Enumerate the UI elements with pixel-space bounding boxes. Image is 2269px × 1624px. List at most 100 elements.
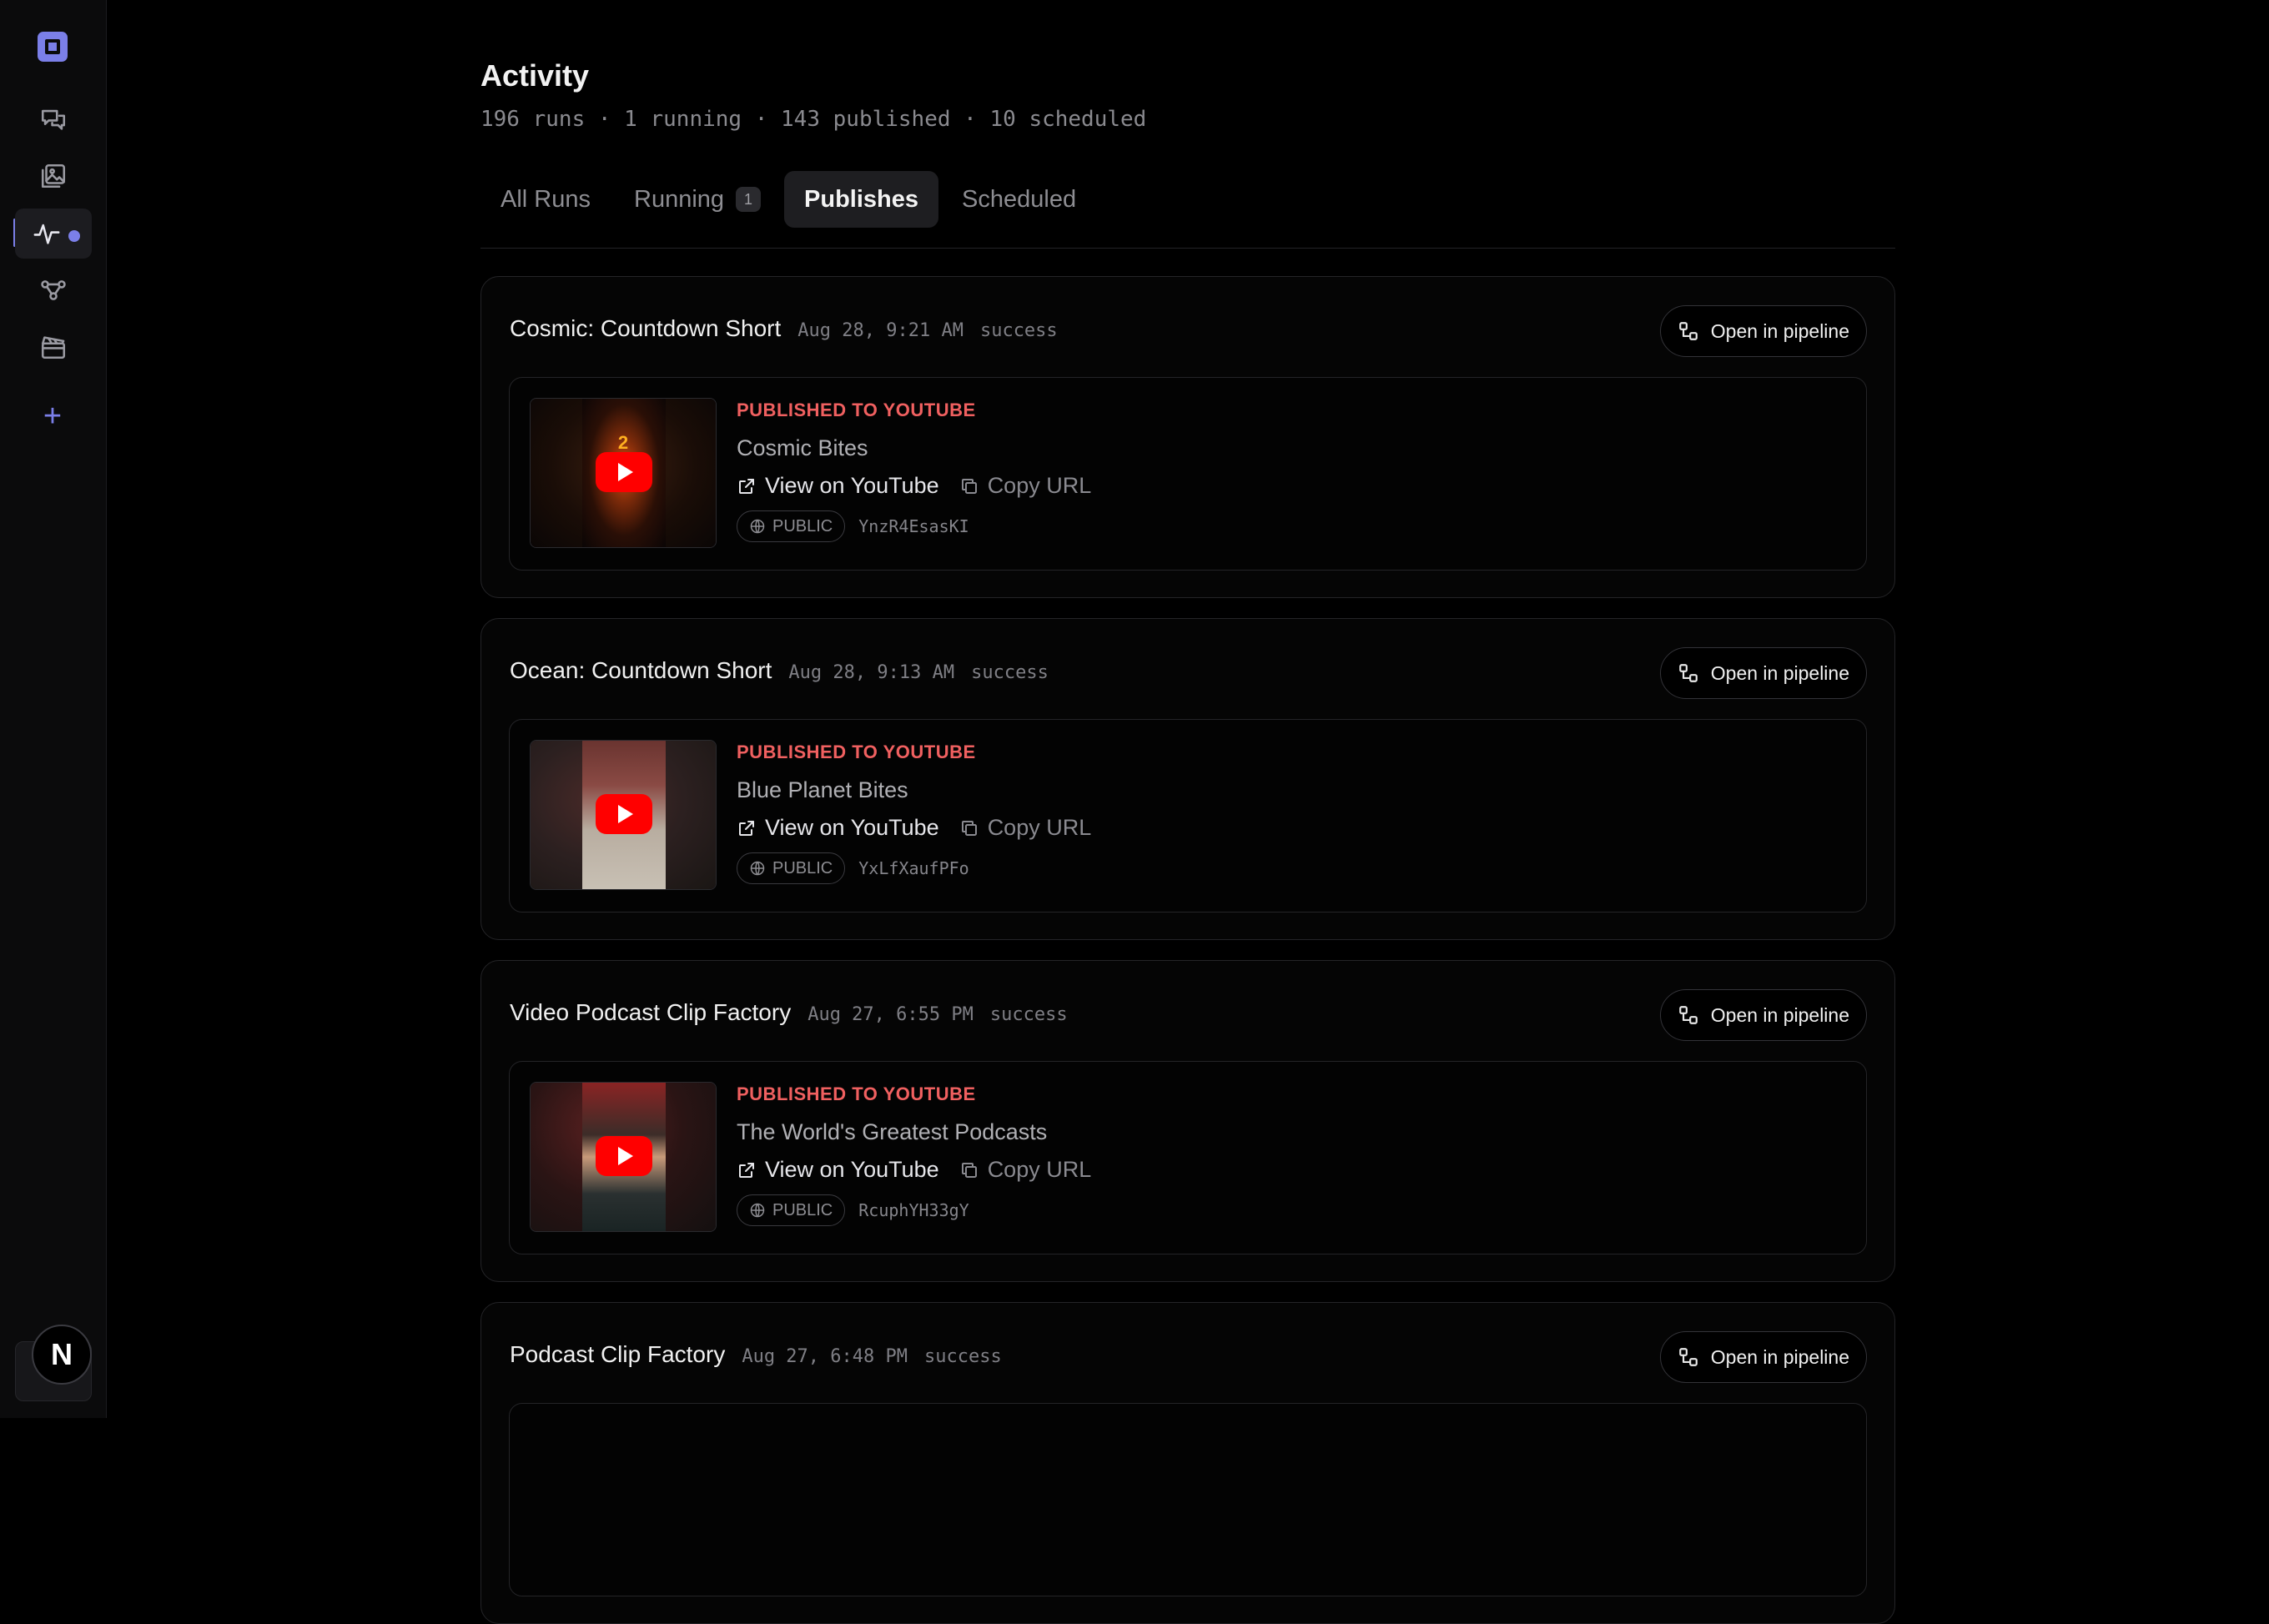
publish-destination: PUBLISHED TO YOUTUBE	[737, 742, 976, 762]
open-in-pipeline-button[interactable]: Open in pipeline	[1659, 647, 1867, 699]
run-header: Cosmic: Countdown Short Aug 28, 9:21 AM …	[510, 315, 1058, 342]
copy-url-button[interactable]: Copy URL	[959, 1157, 1092, 1183]
run-time: Aug 28, 9:21 AM	[797, 320, 963, 341]
channel-name: Cosmic Bites	[737, 435, 868, 460]
clapperboard-icon	[41, 336, 66, 359]
running-count-badge: 1	[736, 187, 762, 212]
visibility-label: PUBLIC	[772, 858, 833, 877]
open-in-pipeline-button[interactable]: Open in pipeline	[1659, 305, 1867, 357]
sidebar-item-chat[interactable]	[15, 94, 92, 144]
page-title: Activity	[480, 58, 590, 93]
view-on-youtube-label: View on YouTube	[765, 815, 939, 840]
copy-url-label: Copy URL	[987, 473, 1092, 498]
copy-url-button[interactable]: Copy URL	[959, 815, 1091, 841]
external-link-icon	[739, 820, 754, 836]
sidebar-item-clapperboard[interactable]	[15, 322, 92, 372]
activity-tabs: All Runs Running 1 Publishes Scheduled	[480, 170, 1096, 229]
user-avatar[interactable]: N	[32, 1325, 92, 1385]
open-in-pipeline-button[interactable]: Open in pipeline	[1659, 1331, 1867, 1383]
video-id: YxLfXaufPFo	[858, 858, 969, 878]
publish-meta: PUBLIC YxLfXaufPFo	[737, 852, 1091, 884]
tab-label: All Runs	[501, 185, 591, 213]
open-in-pipeline-label: Open in pipeline	[1710, 319, 1849, 342]
publish-info: PUBLISHED TO YOUTUBE Blue Planet Bites V…	[737, 742, 1091, 884]
run-title: Podcast Clip Factory	[510, 1341, 726, 1367]
visibility-badge: PUBLIC	[737, 1194, 846, 1226]
pipeline-icon	[1678, 1348, 1698, 1366]
plus-icon[interactable]: +	[33, 397, 72, 435]
tab-label: Running	[634, 185, 725, 213]
visibility-label: PUBLIC	[772, 1200, 833, 1219]
run-header: Video Podcast Clip Factory Aug 27, 6:55 …	[510, 999, 1068, 1026]
run-time: Aug 28, 9:13 AM	[788, 662, 955, 683]
publish-card: PUBLISHED TO YOUTUBE The World's Greates…	[509, 1061, 1867, 1254]
tab-publishes[interactable]: Publishes	[784, 171, 939, 228]
video-thumbnail[interactable]	[530, 740, 717, 890]
globe-icon	[750, 1203, 765, 1218]
app-logo[interactable]	[38, 32, 68, 62]
open-in-pipeline-button[interactable]: Open in pipeline	[1659, 989, 1867, 1041]
tab-scheduled[interactable]: Scheduled	[942, 171, 1096, 228]
video-thumbnail[interactable]	[530, 1082, 717, 1232]
run-header: Podcast Clip Factory Aug 27, 6:48 PM suc…	[510, 1341, 1002, 1368]
run-title: Cosmic: Countdown Short	[510, 315, 782, 341]
video-id: YnzR4EsasKI	[858, 516, 969, 536]
copy-url-button[interactable]: Copy URL	[959, 473, 1092, 499]
run-title: Video Podcast Clip Factory	[510, 999, 792, 1025]
sidebar-item-gallery[interactable]	[15, 151, 92, 201]
run-card: Podcast Clip Factory Aug 27, 6:48 PM suc…	[480, 1302, 1895, 1624]
publish-card: 2 PUBLISHED TO YOUTUBE Cosmic Bites View…	[509, 377, 1867, 571]
pipeline-icon	[1678, 322, 1698, 340]
publish-meta: PUBLIC YnzR4EsasKI	[737, 510, 1091, 542]
run-title: Ocean: Countdown Short	[510, 657, 772, 683]
open-in-pipeline-label: Open in pipeline	[1710, 661, 1849, 684]
visibility-label: PUBLIC	[772, 516, 833, 535]
view-on-youtube-link[interactable]: View on YouTube	[737, 815, 939, 841]
tab-label: Scheduled	[962, 185, 1077, 213]
view-on-youtube-link[interactable]: View on YouTube	[737, 1157, 939, 1183]
copy-icon	[961, 478, 977, 494]
view-on-youtube-label: View on YouTube	[765, 473, 939, 498]
publish-actions: View on YouTube Copy URL	[737, 815, 1091, 841]
view-on-youtube-link[interactable]: View on YouTube	[737, 473, 939, 499]
tab-all-runs[interactable]: All Runs	[480, 171, 611, 228]
run-time: Aug 27, 6:48 PM	[742, 1346, 908, 1367]
publish-card	[509, 1403, 1867, 1596]
sidebar-item-activity[interactable]	[15, 209, 92, 259]
open-in-pipeline-label: Open in pipeline	[1710, 1003, 1849, 1026]
run-summary: 196 runs · 1 running · 143 published · 1…	[480, 107, 1147, 132]
pipeline-icon	[1678, 664, 1698, 682]
globe-icon	[750, 519, 765, 534]
publish-actions: View on YouTube Copy URL	[737, 1157, 1091, 1183]
chat-icon	[41, 109, 66, 130]
publish-actions: View on YouTube Copy URL	[737, 473, 1091, 499]
video-id: RcuphYH33gY	[858, 1200, 969, 1220]
visibility-badge: PUBLIC	[737, 852, 846, 884]
activity-running-dot	[68, 230, 80, 242]
publish-info: PUBLISHED TO YOUTUBE Cosmic Bites View o…	[737, 400, 1091, 542]
run-status: success	[979, 320, 1058, 341]
open-in-pipeline-label: Open in pipeline	[1710, 1345, 1849, 1368]
publish-card: PUBLISHED TO YOUTUBE Blue Planet Bites V…	[509, 719, 1867, 913]
run-card: Ocean: Countdown Short Aug 28, 9:13 AM s…	[480, 618, 1895, 940]
external-link-icon	[739, 1162, 754, 1178]
publish-info: PUBLISHED TO YOUTUBE The World's Greates…	[737, 1084, 1091, 1226]
channel-name: The World's Greatest Podcasts	[737, 1119, 1048, 1144]
copy-url-label: Copy URL	[987, 1157, 1092, 1182]
run-status: success	[971, 662, 1049, 683]
run-status: success	[989, 1004, 1068, 1025]
run-header: Ocean: Countdown Short Aug 28, 9:13 AM s…	[510, 657, 1049, 684]
video-thumbnail[interactable]: 2	[530, 398, 717, 548]
external-link-icon	[739, 478, 754, 494]
visibility-badge: PUBLIC	[737, 510, 846, 542]
activity-icon	[33, 224, 60, 244]
channel-name: Blue Planet Bites	[737, 777, 908, 802]
sidebar: + N	[0, 0, 107, 1418]
sidebar-item-workflow[interactable]	[15, 265, 92, 315]
gallery-icon	[41, 163, 66, 189]
view-on-youtube-label: View on YouTube	[765, 1157, 939, 1182]
publish-meta: PUBLIC RcuphYH33gY	[737, 1194, 1091, 1226]
pipeline-icon	[1678, 1006, 1698, 1024]
run-time: Aug 27, 6:55 PM	[807, 1004, 974, 1025]
tab-running[interactable]: Running 1	[614, 171, 781, 228]
